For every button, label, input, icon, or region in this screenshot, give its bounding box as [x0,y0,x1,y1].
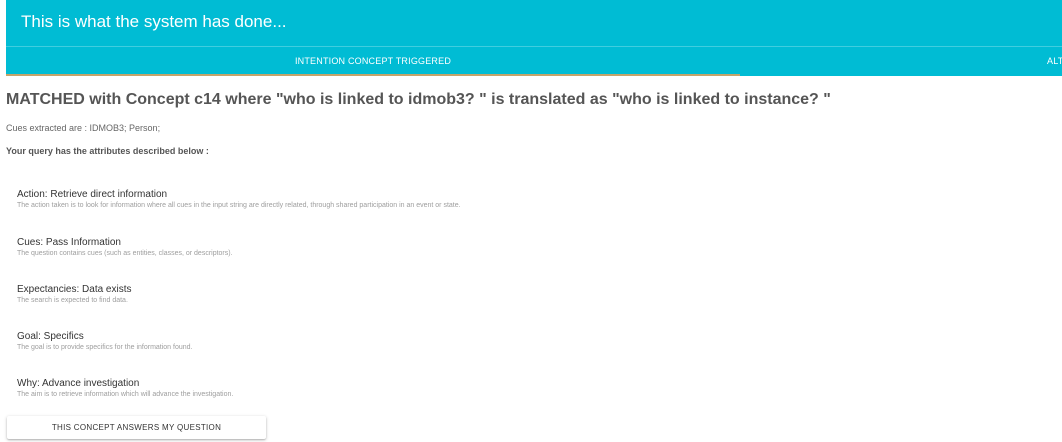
header-title: This is what the system has done... [21,12,287,31]
concept-answers-question-button[interactable]: THIS CONCEPT ANSWERS MY QUESTION [7,416,266,439]
attribute-item: Action: Retrieve direct information The … [17,189,461,211]
attribute-title: Why: Advance investigation [17,378,140,389]
matched-heading: MATCHED with Concept c14 where "who is l… [6,91,831,108]
attribute-title: Cues: Pass Information [17,237,121,248]
attribute-description: The aim is to retrieve information which… [17,391,234,398]
attribute-item: Why: Advance investigation The aim is to… [17,378,233,400]
attribute-description: The search is expected to find data. [17,297,128,304]
attribute-item: Expectancies: Data exists The search is … [17,284,132,306]
header-bar: This is what the system has done... INTE… [6,0,1062,76]
tab-bar: INTENTION CONCEPT TRIGGERED ALTERNATIVE … [6,46,1062,77]
attribute-description: The goal is to provide specifics for the… [17,344,193,351]
tab-alternative-concepts[interactable]: ALTERNATIVE CONCEPTS [1047,47,1062,76]
attribute-title: Expectancies: Data exists [17,284,132,295]
attribute-description: The question contains cues (such as enti… [17,250,233,257]
attributes-intro: Your query has the attributes described … [6,146,209,156]
attribute-description: The action taken is to look for informat… [17,202,461,209]
tab-intention-concept-triggered[interactable]: INTENTION CONCEPT TRIGGERED [6,47,740,76]
active-tab-indicator [6,74,740,76]
attribute-item: Goal: Specifics The goal is to provide s… [17,331,192,353]
attribute-item: Cues: Pass Information The question cont… [17,237,233,259]
cues-extracted: Cues extracted are : IDMOB3; Person; [6,123,161,133]
attribute-title: Action: Retrieve direct information [17,189,168,200]
attribute-title: Goal: Specifics [17,331,84,342]
